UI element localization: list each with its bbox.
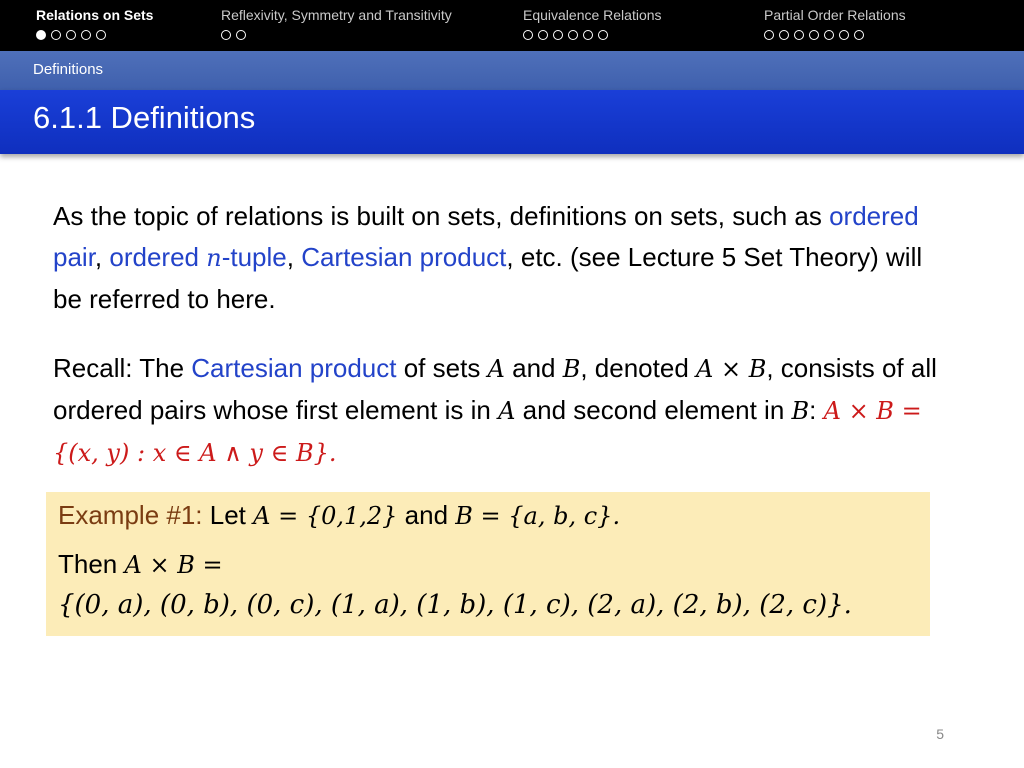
nav-progress-dots bbox=[221, 30, 251, 48]
nav-dot[interactable] bbox=[764, 30, 774, 40]
math-variable: B bbox=[791, 397, 810, 425]
nav-section-label: Equivalence Relations bbox=[523, 7, 662, 23]
text-run: ordered bbox=[109, 242, 207, 272]
nav-section-label: Partial Order Relations bbox=[764, 7, 906, 23]
math-expression: A = {0,1,2} bbox=[253, 502, 398, 530]
nav-dot[interactable] bbox=[779, 30, 789, 40]
text-run: Let bbox=[202, 500, 254, 530]
nav-dot[interactable] bbox=[598, 30, 608, 40]
nav-dot[interactable] bbox=[824, 30, 834, 40]
nav-section-equivalence-relations[interactable]: Equivalence Relations bbox=[523, 7, 662, 40]
nav-dot[interactable] bbox=[221, 30, 231, 40]
text-run: of sets bbox=[396, 353, 488, 383]
math-expression: B = {a, b, c}. bbox=[455, 502, 621, 530]
page-number: 5 bbox=[936, 726, 944, 742]
nav-dot[interactable] bbox=[583, 30, 593, 40]
nav-dot[interactable] bbox=[809, 30, 819, 40]
example-result: {(0, a), (0, b), (0, c), (1, a), (1, b),… bbox=[58, 590, 852, 620]
subsection-label: Definitions bbox=[33, 61, 104, 78]
nav-dot[interactable] bbox=[51, 30, 61, 40]
frame-title: 6.1.1 Definitions bbox=[33, 100, 256, 135]
cartesian-product-definition: Recall: The Cartesian product of sets A … bbox=[53, 348, 953, 474]
text-run: : bbox=[809, 395, 824, 425]
text-run: Recall: The bbox=[53, 353, 192, 383]
nav-section-label: Reflexivity, Symmetry and Transitivity bbox=[221, 7, 452, 23]
nav-dot-current[interactable] bbox=[36, 30, 46, 40]
nav-dot[interactable] bbox=[236, 30, 246, 40]
intro-paragraph: As the topic of relations is built on se… bbox=[53, 196, 953, 320]
math-expression: A × B bbox=[696, 355, 767, 383]
term-cartesian-product: Cartesian product bbox=[301, 242, 507, 272]
nav-dot[interactable] bbox=[81, 30, 91, 40]
nav-progress-dots bbox=[36, 30, 111, 48]
text-run: and second element in bbox=[515, 395, 792, 425]
nav-dot[interactable] bbox=[553, 30, 563, 40]
nav-dot[interactable] bbox=[523, 30, 533, 40]
text-run: -tuple bbox=[221, 242, 287, 272]
example-line-1: Example #1: Let A = {0,1,2} and B = {a, … bbox=[58, 500, 620, 531]
term-ordered-n-tuple: ordered n-tuple bbox=[109, 242, 286, 272]
math-variable: n bbox=[206, 244, 222, 272]
frame-title-bar: 6.1.1 Definitions bbox=[0, 90, 1024, 154]
example-block: Example #1: Let A = {0,1,2} and B = {a, … bbox=[46, 492, 930, 636]
nav-dot[interactable] bbox=[794, 30, 804, 40]
math-expression: A × B = bbox=[124, 551, 223, 579]
nav-dot[interactable] bbox=[538, 30, 548, 40]
subsection-bar: Definitions bbox=[0, 51, 1024, 90]
nav-dot[interactable] bbox=[854, 30, 864, 40]
example-line-2: Then A × B = bbox=[58, 549, 223, 580]
text-run: Then bbox=[58, 549, 125, 579]
math-variable: A bbox=[487, 355, 505, 383]
term-cartesian-product: Cartesian product bbox=[191, 353, 397, 383]
text-run: and bbox=[397, 500, 456, 530]
text-run: As the topic of relations is built on se… bbox=[53, 201, 830, 231]
nav-progress-dots bbox=[523, 30, 613, 48]
nav-progress-dots bbox=[764, 30, 869, 48]
example-heading: Example #1: bbox=[58, 500, 203, 530]
nav-dot[interactable] bbox=[66, 30, 76, 40]
nav-section-partial-order-relations[interactable]: Partial Order Relations bbox=[764, 7, 906, 40]
nav-section-reflexivity[interactable]: Reflexivity, Symmetry and Transitivity bbox=[221, 7, 452, 40]
top-navigation-bar: Relations on Sets Reflexivity, Symmetry … bbox=[0, 0, 1024, 51]
nav-section-label: Relations on Sets bbox=[36, 7, 154, 23]
math-variable: A bbox=[498, 397, 516, 425]
text-run: and bbox=[504, 353, 563, 383]
text-run: , bbox=[286, 242, 302, 272]
nav-dot[interactable] bbox=[568, 30, 578, 40]
text-run: , bbox=[94, 242, 110, 272]
text-run: , denoted bbox=[580, 353, 697, 383]
nav-dot[interactable] bbox=[839, 30, 849, 40]
math-variable: B bbox=[562, 355, 581, 383]
nav-dot[interactable] bbox=[96, 30, 106, 40]
nav-section-relations-on-sets[interactable]: Relations on Sets bbox=[36, 7, 154, 40]
